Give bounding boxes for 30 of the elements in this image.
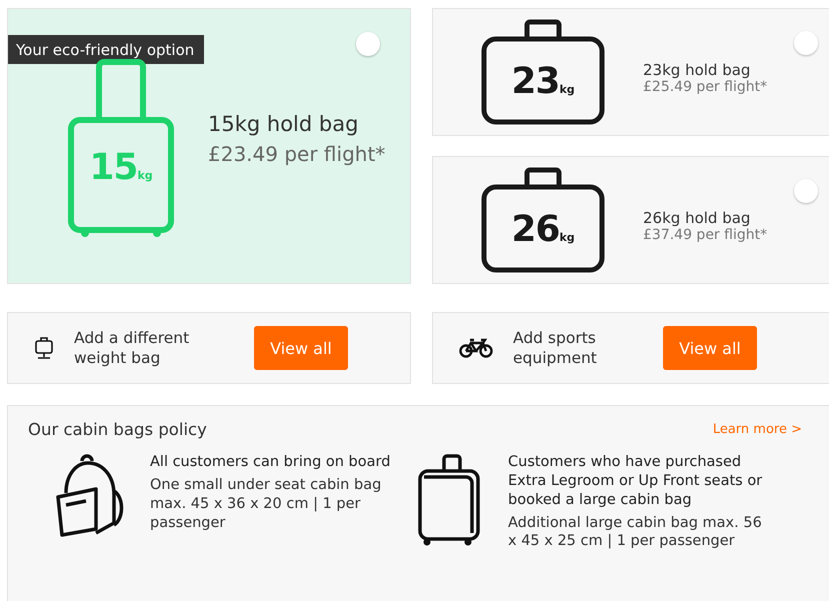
bag-title: 26kg hold bag <box>643 209 752 227</box>
bag-option-card[interactable]: Your eco-friendly option 15kg 15kg hold bag £23.49 per flight* <box>7 8 411 284</box>
trolley-bag-icon <box>418 453 482 547</box>
weight-number: 15 <box>89 147 138 188</box>
policy-detail: Additional large cabin bag max. 56 x 45 x 25 cm | 1 per passenger <box>508 514 763 552</box>
bag-price: £23.49 per flight* <box>208 142 386 166</box>
policy-detail: One small under seat cabin bag max. 45 x 36 x 20 cm | 1 per passenger <box>150 476 382 532</box>
bag-title: 23kg hold bag <box>643 61 752 79</box>
radio-button[interactable] <box>794 31 818 55</box>
weight-unit: kg <box>559 83 575 96</box>
briefcase-icon <box>481 167 605 273</box>
weight-number: 26 <box>511 209 560 250</box>
bicycle-icon <box>459 338 493 358</box>
policy-heading: All customers can bring on board <box>150 453 392 472</box>
bag-option-card[interactable]: 26kg 26kg hold bag £37.49 per flight* <box>432 156 829 284</box>
radio-button[interactable] <box>794 179 818 203</box>
briefcase-icon <box>481 19 605 125</box>
extra-label: Add a different weight bag <box>74 328 190 368</box>
bag-price: £25.49 per flight* <box>643 79 768 95</box>
weight-unit: kg <box>137 169 153 182</box>
policy-heading: Customers who have purchased Extra Legroom or Up Front seats or booked a large cabin bag <box>508 453 764 510</box>
section-title: Our cabin bags policy <box>28 420 207 439</box>
weight-unit: kg <box>559 231 575 244</box>
extra-label: Add sports equipment <box>513 328 598 368</box>
bag-price: £37.49 per flight* <box>643 227 768 243</box>
eco-badge: Your eco-friendly option <box>8 35 204 64</box>
bag-title: 15kg hold bag <box>208 112 360 136</box>
radio-button[interactable] <box>356 32 380 56</box>
weight-number: 23 <box>511 61 560 102</box>
bag-option-card[interactable]: 23 kg 23kg hold bag £25.49 per flight* <box>432 8 829 136</box>
